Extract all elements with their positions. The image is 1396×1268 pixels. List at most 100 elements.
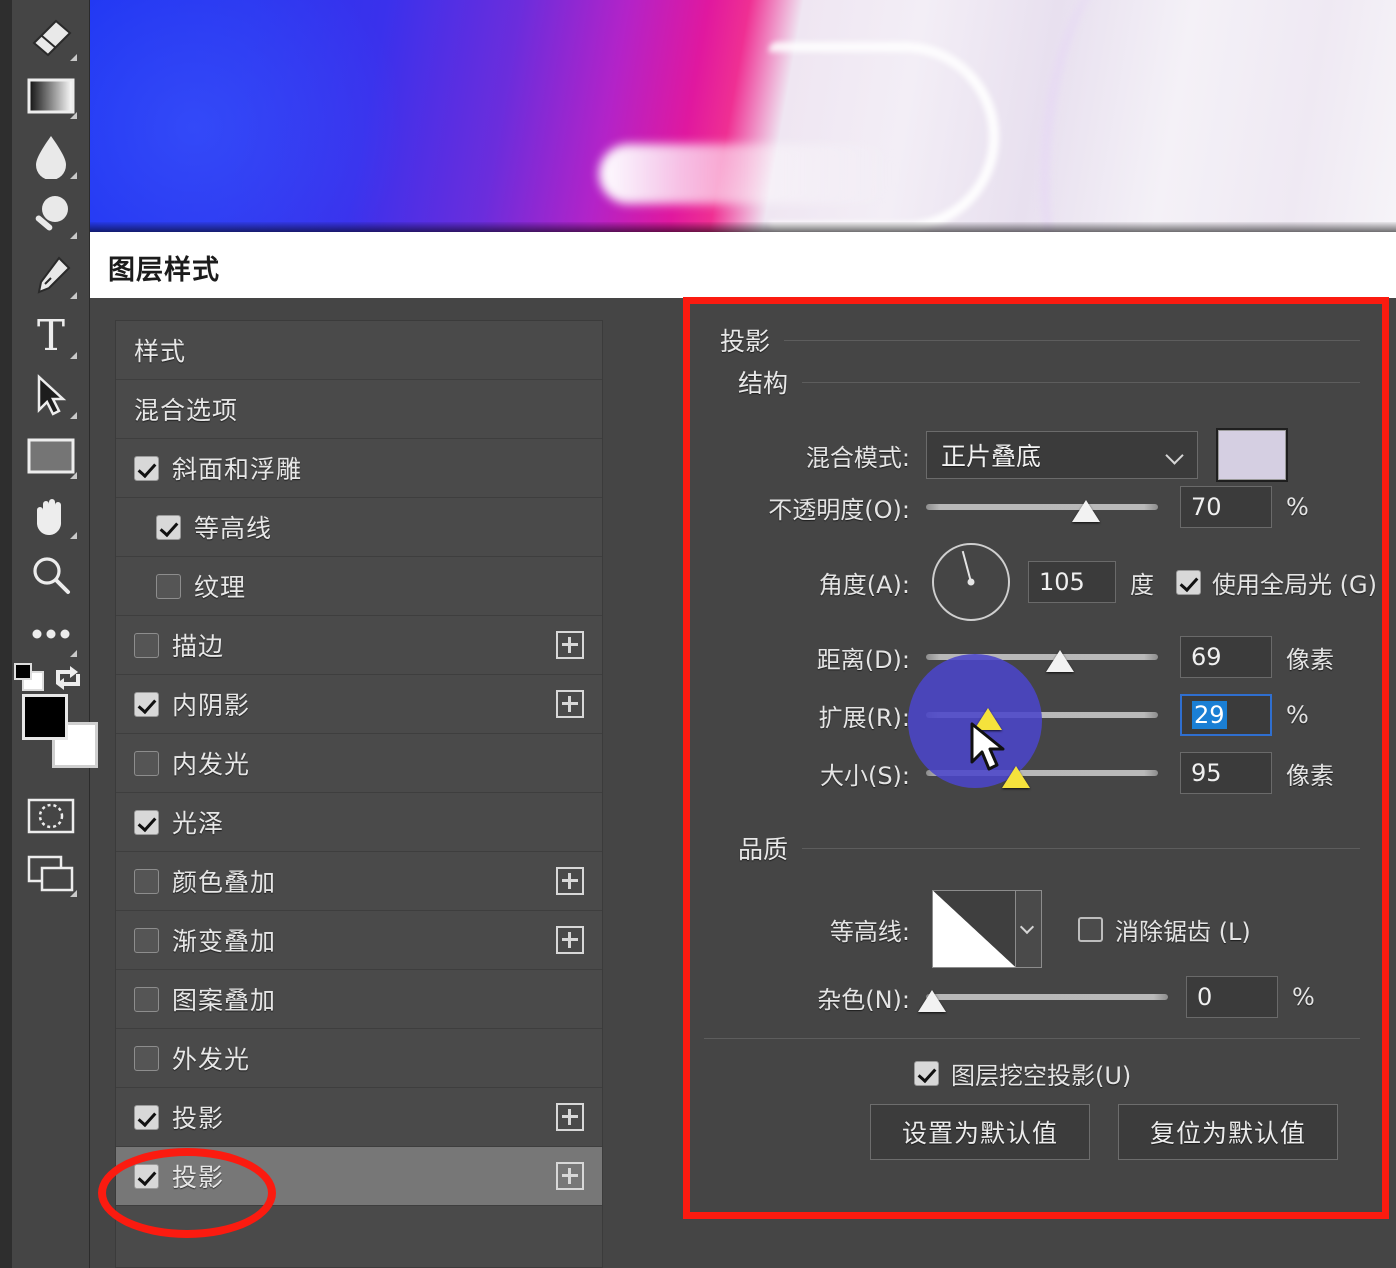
spread-slider[interactable] <box>926 708 1158 730</box>
effect-enable-checkbox[interactable] <box>134 750 159 776</box>
size-row: 大小(S): 95 像素 <box>720 752 1334 794</box>
panel-title-row: 投影 <box>720 322 1360 358</box>
effect-list-item[interactable]: 样式 <box>116 321 602 380</box>
contour-picker[interactable] <box>932 890 1042 968</box>
eraser-tool[interactable] <box>22 10 80 66</box>
effect-enable-checkbox[interactable] <box>156 573 181 599</box>
effect-enable-checkbox[interactable] <box>134 927 159 953</box>
dialog-title-bar: 图层样式 <box>90 232 1396 298</box>
effect-list-item[interactable]: 内发光 <box>116 734 602 793</box>
noise-slider-handle[interactable] <box>918 990 946 1012</box>
foreground-color-swatch[interactable] <box>22 694 68 740</box>
screen-mode-icon[interactable] <box>22 846 80 902</box>
gradient-tool[interactable] <box>22 68 80 124</box>
effect-list-item[interactable]: 渐变叠加 <box>116 911 602 970</box>
size-input[interactable]: 95 <box>1180 752 1272 794</box>
effect-list-item[interactable]: 投影 <box>116 1147 602 1206</box>
add-effect-icon[interactable] <box>556 1162 584 1190</box>
effect-list-item[interactable]: 内阴影 <box>116 675 602 734</box>
effect-enable-checkbox[interactable] <box>156 514 181 540</box>
pen-tool[interactable] <box>22 248 80 304</box>
effect-enable-checkbox[interactable] <box>134 1104 159 1130</box>
blend-mode-row: 混合模式: 正片叠底 <box>720 428 1288 482</box>
angle-label: 角度(A): <box>818 570 910 599</box>
quick-mask-icon[interactable] <box>22 788 80 844</box>
reset-default-label: 复位为默认值 <box>1149 1119 1306 1148</box>
effect-list-item[interactable]: 等高线 <box>116 498 602 557</box>
effect-list-item[interactable]: 外发光 <box>116 1029 602 1088</box>
effect-enable-checkbox[interactable] <box>134 986 159 1012</box>
effect-list-item[interactable]: 描边 <box>116 616 602 675</box>
angle-input[interactable]: 105 <box>1028 561 1116 603</box>
distance-slider-track[interactable] <box>926 654 1158 660</box>
effect-list-item[interactable]: 斜面和浮雕 <box>116 439 602 498</box>
type-tool[interactable]: T <box>22 308 80 364</box>
effect-enable-checkbox[interactable] <box>134 1045 159 1071</box>
size-slider-track[interactable] <box>926 770 1158 776</box>
contour-dropdown-button[interactable] <box>1016 890 1042 968</box>
make-default-button[interactable]: 设置为默认值 <box>870 1104 1090 1160</box>
contour-curve-icon <box>933 891 1015 967</box>
dodge-tool[interactable] <box>22 188 80 244</box>
effect-enable-checkbox[interactable] <box>134 809 159 835</box>
knockout-checkbox[interactable] <box>914 1061 939 1086</box>
distance-slider[interactable] <box>926 650 1158 672</box>
contour-preview[interactable] <box>932 890 1016 968</box>
effect-list-item[interactable]: 图案叠加 <box>116 970 602 1029</box>
effect-enable-checkbox[interactable] <box>134 632 159 658</box>
effect-list-item-label: 样式 <box>134 337 187 366</box>
effect-list-item-label: 混合选项 <box>134 396 239 425</box>
effect-list-item[interactable]: 纹理 <box>116 557 602 616</box>
opacity-unit: % <box>1286 493 1309 521</box>
add-effect-icon[interactable] <box>556 867 584 895</box>
blend-mode-dropdown[interactable]: 正片叠底 <box>926 431 1198 479</box>
opacity-input[interactable]: 70 <box>1180 486 1272 528</box>
effect-list-item[interactable]: 光泽 <box>116 793 602 852</box>
noise-slider[interactable] <box>918 990 1168 1012</box>
structure-label: 结构 <box>738 369 789 398</box>
distance-input[interactable]: 69 <box>1180 636 1272 678</box>
effect-list-item[interactable]: 颜色叠加 <box>116 852 602 911</box>
use-global-light-checkbox[interactable] <box>1176 569 1201 595</box>
effect-list-item[interactable]: 混合选项 <box>116 380 602 439</box>
knockout-row: 图层挖空投影(U) <box>914 1056 1131 1091</box>
effect-enable-checkbox[interactable] <box>134 1163 159 1189</box>
opacity-slider[interactable] <box>926 500 1158 522</box>
noise-slider-track[interactable] <box>926 994 1168 1000</box>
hand-tool[interactable] <box>22 488 80 544</box>
opacity-slider-handle[interactable] <box>1072 500 1100 522</box>
spread-input[interactable]: 29 <box>1180 694 1272 736</box>
add-effect-icon[interactable] <box>556 926 584 954</box>
effect-enable-checkbox[interactable] <box>134 455 159 481</box>
add-effect-icon[interactable] <box>556 631 584 659</box>
shadow-color-swatch[interactable] <box>1216 428 1288 482</box>
effect-enable-checkbox[interactable] <box>134 691 159 717</box>
spread-row: 扩展(R): 29 % <box>720 694 1309 736</box>
add-effect-icon[interactable] <box>556 1103 584 1131</box>
effect-list-item-label: 光泽 <box>172 809 225 838</box>
reset-default-button[interactable]: 复位为默认值 <box>1118 1104 1338 1160</box>
tool-expand-corner <box>70 112 77 119</box>
spread-slider-track[interactable] <box>926 712 1158 718</box>
size-value: 95 <box>1191 759 1222 787</box>
opacity-slider-track[interactable] <box>926 504 1158 510</box>
path-selection-tool[interactable] <box>22 368 80 424</box>
shape-tool[interactable] <box>22 428 80 484</box>
spread-unit: % <box>1286 701 1309 729</box>
tool-expand-corner <box>70 532 77 539</box>
angle-dial[interactable] <box>932 543 1010 621</box>
effect-list-item[interactable]: 投影 <box>116 1088 602 1147</box>
color-swatches[interactable] <box>18 692 98 768</box>
effect-enable-checkbox[interactable] <box>134 868 159 894</box>
noise-input[interactable]: 0 <box>1186 976 1278 1018</box>
blur-tool[interactable] <box>22 128 80 184</box>
zoom-tool[interactable] <box>22 548 80 604</box>
anti-alias-checkbox[interactable] <box>1078 916 1103 942</box>
tool-expand-corner <box>70 890 77 897</box>
size-label: 大小(S): <box>819 761 910 790</box>
size-slider[interactable] <box>926 766 1158 788</box>
add-effect-icon[interactable] <box>556 690 584 718</box>
opacity-value: 70 <box>1191 493 1222 521</box>
distance-slider-handle[interactable] <box>1046 650 1074 672</box>
opacity-label: 不透明度(O): <box>768 495 910 524</box>
